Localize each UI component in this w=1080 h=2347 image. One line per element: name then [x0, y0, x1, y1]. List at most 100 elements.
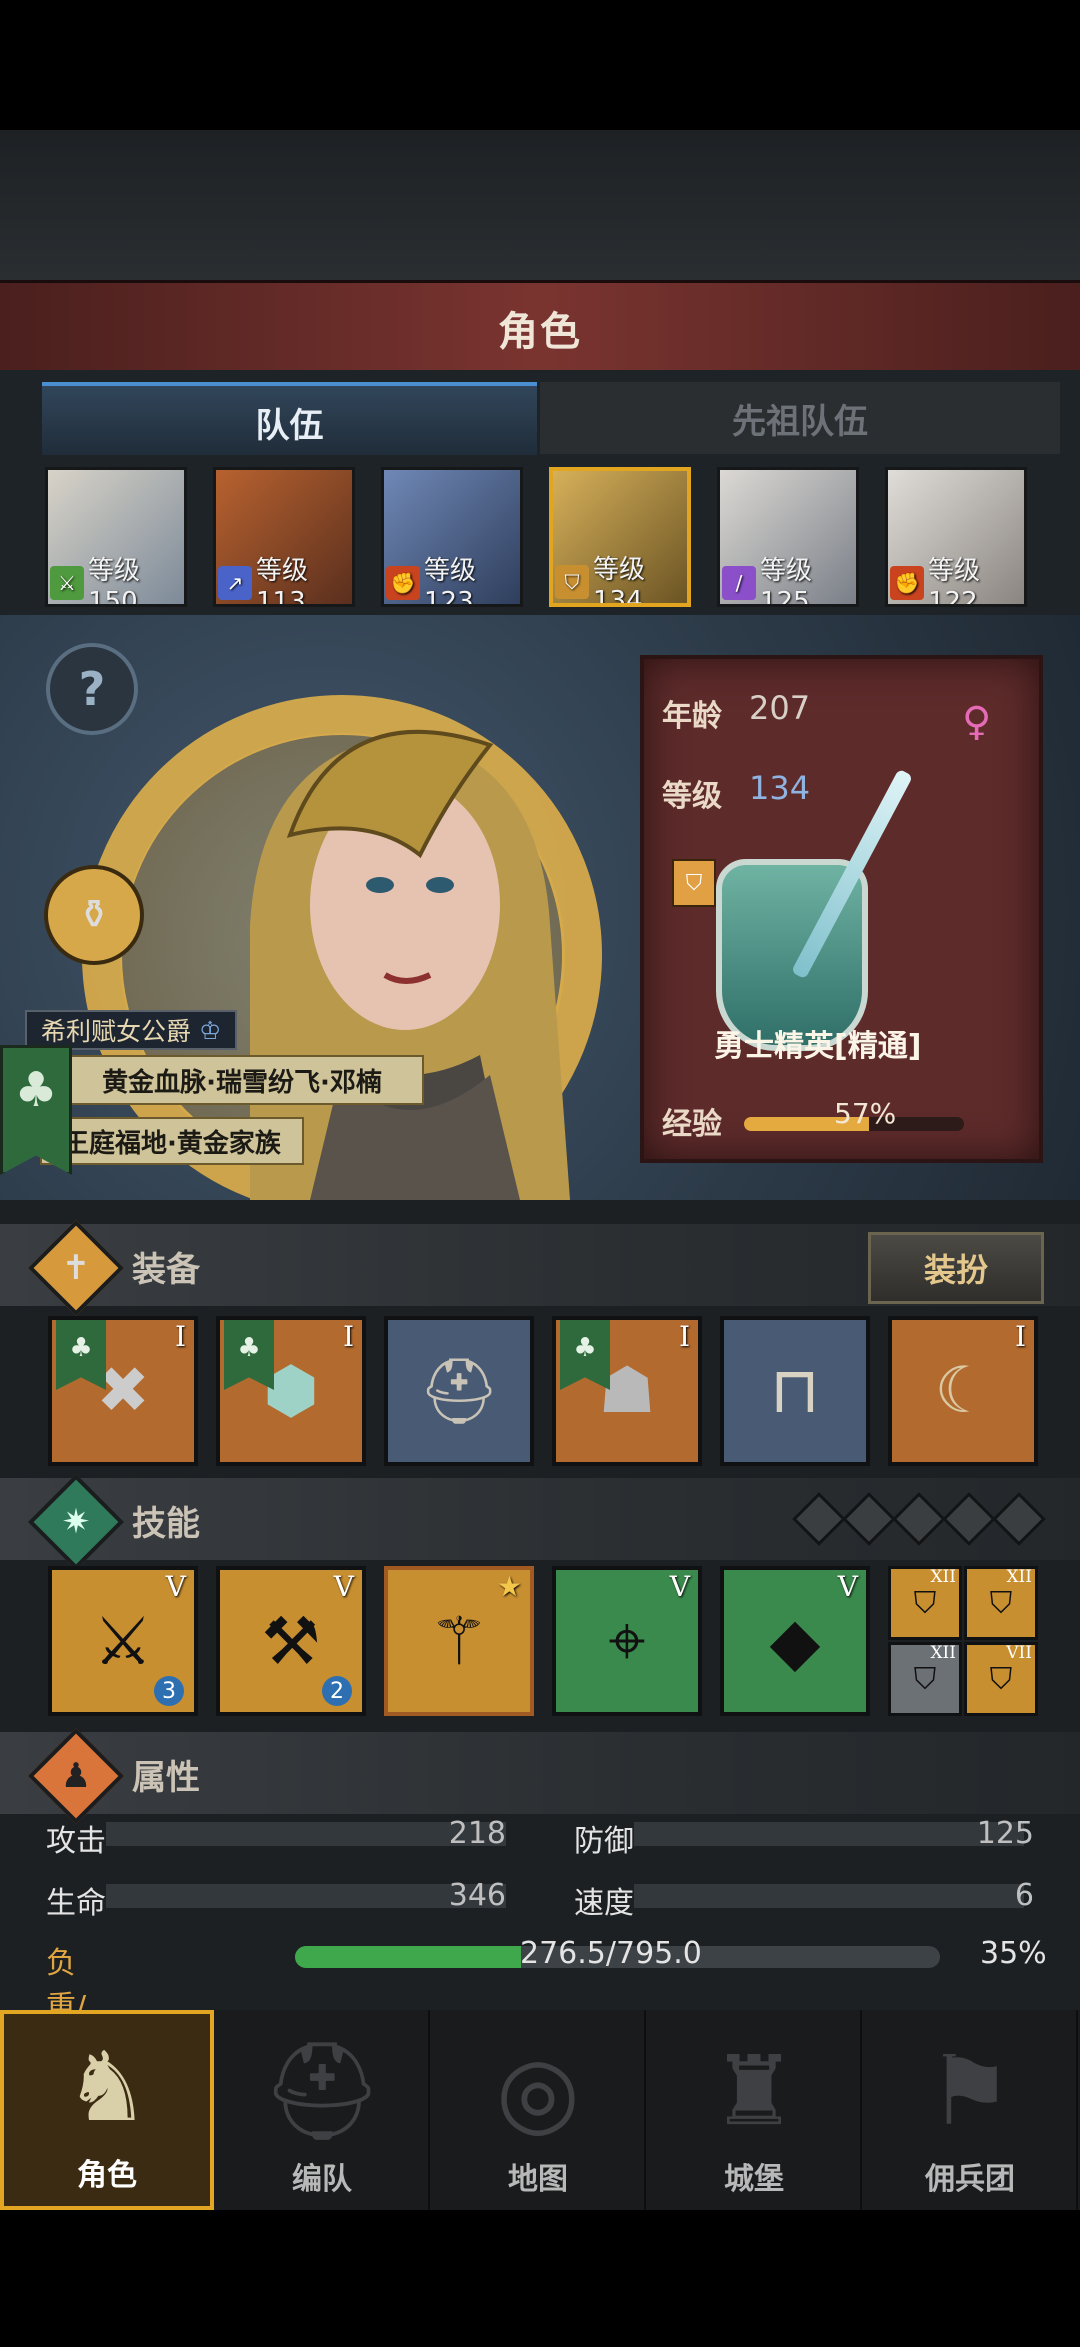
target-icon: ⌖	[608, 1601, 646, 1679]
potion-button[interactable]: ⚱	[44, 865, 144, 965]
tab-team[interactable]: 队伍	[42, 382, 537, 458]
equip-slot-weapon[interactable]: ♣ ✖ I	[48, 1316, 198, 1466]
female-icon: ♀	[962, 699, 992, 745]
header-backdrop	[0, 130, 1080, 280]
member-level: 等级122	[928, 555, 981, 607]
party-member-5[interactable]: / 等级125	[717, 467, 859, 607]
banner-icon: ⚑	[926, 2035, 1014, 2147]
party-member-4-selected[interactable]: ⛉ 等级134	[549, 467, 691, 607]
shield-sword-icon: ⚔	[93, 1602, 153, 1680]
tier-label: XII	[1006, 1567, 1032, 1587]
nav-character[interactable]: ♞ 角色	[0, 2010, 214, 2210]
knight-icon: ♞	[63, 2031, 151, 2143]
equip-slot-helmet[interactable]: ⛑	[384, 1316, 534, 1466]
tree-flag-icon: ♣	[560, 1320, 610, 1390]
potion-icon: ⚱	[77, 892, 111, 938]
speed-label: 速度	[574, 1886, 634, 1921]
skill-3[interactable]: ⚚ ★	[384, 1566, 534, 1716]
gem-icon	[942, 1492, 996, 1546]
speed-row: 速度 6	[574, 1876, 1034, 1921]
member-level: 等级113	[256, 555, 309, 607]
home-indicator-area	[0, 2210, 1080, 2347]
star-icon: ✷	[61, 1502, 91, 1542]
gem-icon	[892, 1492, 946, 1546]
axe-icon: ⚒	[261, 1602, 321, 1680]
attack-label: 攻击	[46, 1824, 106, 1859]
shield-icon: ⛉	[913, 1585, 937, 1621]
tier-label: V	[837, 1570, 858, 1603]
passive-skill-3[interactable]: ⛉ XII	[888, 1642, 962, 1716]
exp-label: 经验	[662, 1107, 722, 1142]
age-label: 年龄	[662, 699, 722, 734]
dress-up-button[interactable]: 装扮	[868, 1232, 1044, 1304]
helmet-icon: ⛑	[261, 2035, 383, 2147]
tab-ancestor-team[interactable]: 先祖队伍	[540, 382, 1060, 454]
tree-flag-icon: ♣	[224, 1320, 274, 1390]
load-value: 276.5/795.0	[520, 1936, 702, 1971]
nav-map[interactable]: ◎ 地图	[432, 2010, 646, 2210]
spear-icon: ↗	[218, 566, 252, 600]
question-icon: ?	[78, 662, 106, 716]
tree-flag-icon: ♣	[56, 1320, 106, 1390]
fist-icon: ✊	[386, 566, 420, 600]
party-member-3[interactable]: ✊ 等级123	[381, 467, 523, 607]
staff-icon: /	[722, 566, 756, 600]
member-level: 等级125	[760, 555, 813, 607]
crown-icon: ♔	[199, 1015, 222, 1045]
party-member-2[interactable]: ↗ 等级113	[213, 467, 355, 607]
nav-label: 城堡	[724, 2162, 784, 2197]
hp-value: 346	[448, 1878, 506, 1913]
nav-formation[interactable]: ⛑ 编队	[216, 2010, 430, 2210]
nav-label: 编队	[292, 2162, 352, 2197]
passive-skill-1[interactable]: ⛉ XII	[888, 1566, 962, 1640]
passive-skill-2[interactable]: ⛉ XII	[964, 1566, 1038, 1640]
skill-4[interactable]: ⌖ V	[552, 1566, 702, 1716]
skill-count: 3	[154, 1676, 184, 1706]
dragon-shield-icon: ⚚	[429, 1602, 489, 1680]
equip-slot-boots[interactable]: ⊓	[720, 1316, 870, 1466]
passive-skill-4[interactable]: ⛉ VII	[964, 1642, 1038, 1716]
tier-label: XII	[930, 1643, 956, 1663]
tier-label: I	[1014, 1320, 1026, 1353]
party-member-6[interactable]: ✊ 等级122	[885, 467, 1027, 607]
tree-banner-icon: ♣	[0, 1045, 72, 1175]
page-title: 角色	[498, 309, 582, 355]
crystal-icon: ◆	[769, 1602, 821, 1680]
tier-label: VII	[1006, 1643, 1032, 1663]
compass-icon: ◎	[496, 2035, 580, 2147]
hero-area: ? ⚱ 希利赋女公爵 ♔ 黄金血脉·瑞雪纷飞·邓楠 王庭福地·黄金家族 ♣ 年龄 …	[0, 615, 1080, 1200]
hero-rank-label: 希利赋女公爵	[41, 1017, 192, 1046]
equip-slot-armor[interactable]: ♣ ☗ I	[552, 1316, 702, 1466]
equip-slot-accessory[interactable]: ☾ I	[888, 1316, 1038, 1466]
defense-row: 防御 125	[574, 1814, 1034, 1859]
dagger-icon: ✝	[61, 1248, 91, 1288]
nav-label: 佣兵团	[925, 2162, 1015, 2197]
equip-slot-shield[interactable]: ♣ ⬢ I	[216, 1316, 366, 1466]
nav-castle[interactable]: ♜ 城堡	[648, 2010, 862, 2210]
nav-label: 地图	[508, 2162, 568, 2197]
load-bar-fill	[295, 1946, 521, 1968]
tab-bar: 队伍 先祖队伍	[0, 370, 1080, 460]
class-name: 勇士精英[精通]	[714, 1029, 922, 1064]
skill-slot-gems	[792, 1492, 1046, 1546]
skill-2[interactable]: ⚒ V 2	[216, 1566, 366, 1716]
hero-house: 王庭福地·黄金家族	[40, 1117, 304, 1165]
party-member-1[interactable]: ⚔ 等级150	[45, 467, 187, 607]
skill-5[interactable]: ◆ V	[720, 1566, 870, 1716]
tier-label: V	[333, 1570, 354, 1603]
load-percent: 35%	[980, 1936, 1047, 1971]
nav-label: 角色	[77, 2158, 137, 2193]
fist-icon: ✊	[890, 566, 924, 600]
class-shield-icon: ⛉	[672, 859, 716, 907]
skills-title: 技能	[132, 1504, 200, 1544]
nav-mercenaries[interactable]: ⚑ 佣兵团	[864, 2010, 1078, 2210]
tier-label: I	[342, 1320, 354, 1353]
skill-1[interactable]: ⚔ V 3	[48, 1566, 198, 1716]
gem-icon	[992, 1492, 1046, 1546]
defense-value: 125	[976, 1816, 1034, 1851]
party-strip: ⚔ 等级150 ↗ 等级113 ✊ 等级123 ⛉ 等级134 /等级125 ✊ 等级12…	[0, 455, 1080, 615]
shield-icon: ⛉	[913, 1661, 937, 1697]
helmet-icon: ⛑	[418, 1354, 500, 1429]
help-button[interactable]: ?	[46, 643, 138, 735]
hero-rank: 希利赋女公爵 ♔	[25, 1010, 238, 1050]
